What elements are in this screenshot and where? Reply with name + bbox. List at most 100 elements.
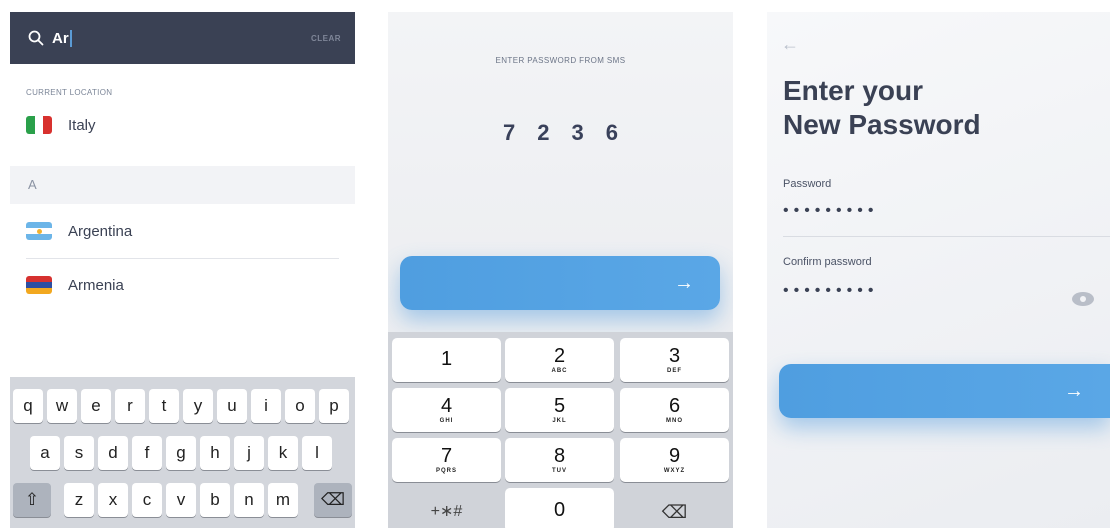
key-digit: 7 [440,445,453,467]
current-location-item[interactable]: Italy [26,116,96,134]
numpad-key-0[interactable]: 0 [505,488,614,528]
key-i[interactable]: i [251,389,281,423]
key-letters: WXYZ [663,468,686,474]
code-display: 7 2 3 6 [388,120,733,146]
backspace-icon: ⌫ [661,502,688,522]
confirm-password-field[interactable]: ••••••••• [783,282,878,300]
numpad-key-7[interactable]: 7 PQRS [392,438,501,482]
section-header: A [10,166,355,204]
list-item-armenia[interactable]: Armenia [26,276,124,294]
clear-button[interactable]: CLEAR [311,34,341,43]
key-x[interactable]: x [98,483,128,517]
numpad-key-5[interactable]: 5 JKL [505,388,614,432]
key-b[interactable]: b [200,483,230,517]
code-digit: 2 [537,120,550,145]
country-name: Argentina [68,222,133,240]
key-letters: GHI [439,418,454,424]
argentina-flag-icon [26,222,52,240]
field-divider [783,236,1110,237]
back-arrow-icon[interactable]: ← [781,34,799,55]
backspace-key[interactable]: ⌫ [314,483,352,517]
numpad-key-symbols[interactable]: +∗# [392,490,501,528]
key-digit: 9 [668,445,681,467]
country-name: Armenia [68,276,124,294]
numpad-key-8[interactable]: 8 TUV [505,438,614,482]
divider [26,258,339,259]
key-digit: 2 [553,345,566,367]
list-item-argentina[interactable]: Argentina [26,222,132,240]
eye-icon[interactable] [1072,292,1094,306]
key-h[interactable]: h [200,436,230,470]
title-line-2: New Password [783,109,981,140]
key-letters: MNO [666,418,683,424]
numpad-key-6[interactable]: 6 MNO [620,388,729,432]
password-label: Password [783,178,832,190]
key-r[interactable]: r [115,389,145,423]
submit-code-button[interactable]: → [400,256,720,310]
country-search-screen: Ar CLEAR CURRENT LOCATION Italy A Argent… [10,12,355,528]
key-p[interactable]: p [319,389,349,423]
arrow-right-icon: → [1064,379,1084,402]
key-w[interactable]: w [47,389,77,423]
key-digit: 8 [553,445,566,467]
key-k[interactable]: k [268,436,298,470]
numpad-key-9[interactable]: 9 WXYZ [620,438,729,482]
armenia-flag-icon [26,276,52,294]
key-symbols: +∗# [430,503,463,520]
country-name: Italy [68,116,96,134]
sms-code-screen: ENTER PASSWORD FROM SMS 7 2 3 6 → 1 2 AB… [388,12,733,528]
key-digit: 6 [668,395,681,417]
key-z[interactable]: z [64,483,94,517]
search-header: Ar CLEAR [10,12,355,64]
numpad-key-3[interactable]: 3 DEF [620,338,729,382]
key-t[interactable]: t [149,389,179,423]
key-letters: ABC [551,368,568,374]
key-a[interactable]: a [30,436,60,470]
key-letters: JKL [552,418,567,424]
key-digit: 1 [440,348,453,370]
key-letters: TUV [552,468,567,474]
key-digit: 5 [553,395,566,417]
key-j[interactable]: j [234,436,264,470]
italy-flag-icon [26,116,52,134]
key-s[interactable]: s [64,436,94,470]
key-q[interactable]: q [13,389,43,423]
password-field[interactable]: ••••••••• [783,202,878,220]
code-digit: 3 [571,120,584,145]
current-location-caption: CURRENT LOCATION [26,88,113,97]
sms-title: ENTER PASSWORD FROM SMS [495,56,626,65]
text-cursor [69,29,72,47]
key-e[interactable]: e [81,389,111,423]
numeric-keypad: 1 2 ABC 3 DEF 4 GHI 5 JKL 6 MNO 7 PQRS 8 [388,332,733,528]
shift-key[interactable]: ⇧ [13,483,51,517]
key-l[interactable]: l [302,436,332,470]
numpad-key-4[interactable]: 4 GHI [392,388,501,432]
key-g[interactable]: g [166,436,196,470]
new-password-screen: ← Enter your New Password Password •••••… [767,12,1110,528]
key-o[interactable]: o [285,389,315,423]
key-digit: 0 [553,499,566,521]
code-digit: 7 [503,120,516,145]
key-u[interactable]: u [217,389,247,423]
numpad-key-2[interactable]: 2 ABC [505,338,614,382]
code-digit: 6 [605,120,618,145]
qwerty-keyboard: q w e r t y u i o p a s d f g h j k l ⇧ … [10,377,355,528]
key-digit: 3 [668,345,681,367]
key-d[interactable]: d [98,436,128,470]
key-c[interactable]: c [132,483,162,517]
key-f[interactable]: f [132,436,162,470]
key-digit: 4 [440,395,453,417]
key-m[interactable]: m [268,483,298,517]
title-line-1: Enter your [783,75,924,106]
search-input[interactable]: Ar [52,30,69,47]
arrow-right-icon: → [674,271,694,294]
key-letters: PQRS [435,468,457,474]
key-n[interactable]: n [234,483,264,517]
search-icon [28,30,44,46]
numpad-key-1[interactable]: 1 [392,338,501,382]
numpad-backspace[interactable]: ⌫ [620,490,729,528]
key-v[interactable]: v [166,483,196,517]
submit-password-button[interactable]: → [779,364,1110,418]
key-y[interactable]: y [183,389,213,423]
key-letters: DEF [667,368,682,374]
